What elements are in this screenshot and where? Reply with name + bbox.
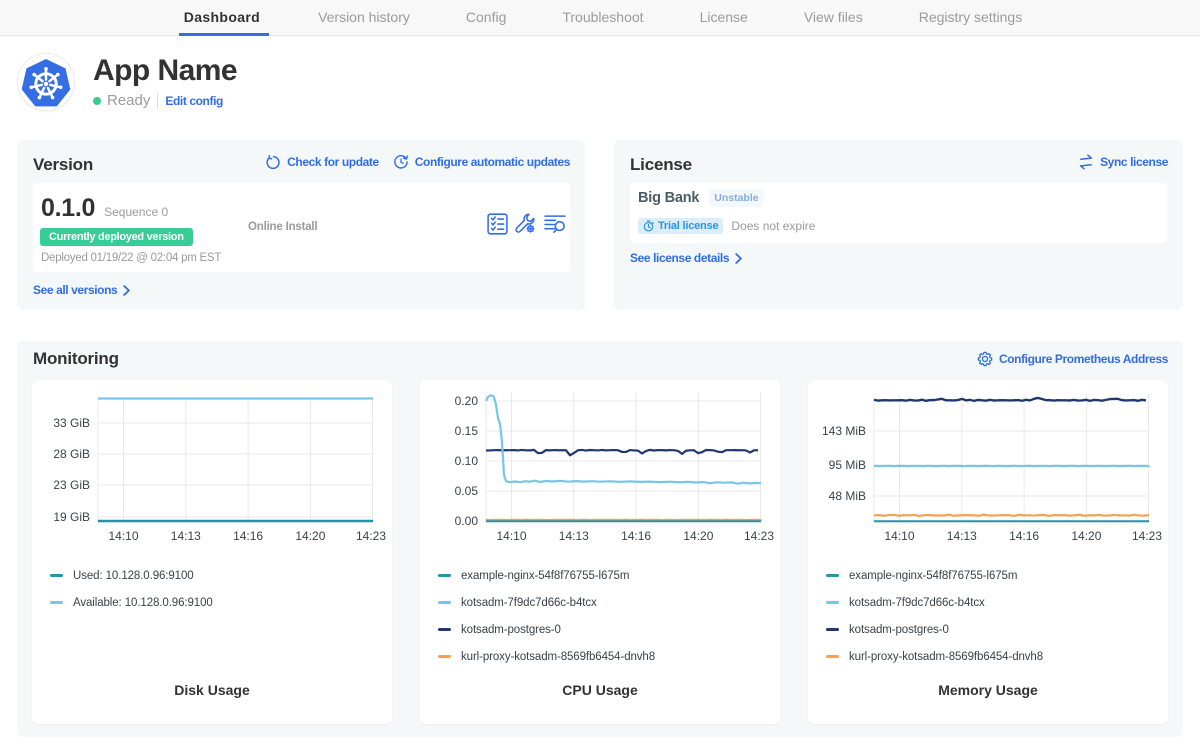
svg-text:14:16: 14:16 [1009, 529, 1039, 543]
svg-text:0.20: 0.20 [455, 394, 479, 408]
svg-text:14:20: 14:20 [683, 529, 713, 543]
svg-text:14:16: 14:16 [621, 529, 651, 543]
svg-text:14:10: 14:10 [884, 529, 914, 543]
svg-text:14:10: 14:10 [496, 529, 526, 543]
svg-text:14:23: 14:23 [1132, 529, 1162, 543]
svg-text:14:20: 14:20 [295, 529, 325, 543]
svg-text:14:23: 14:23 [356, 529, 386, 543]
svg-text:14:13: 14:13 [947, 529, 977, 543]
svg-text:14:20: 14:20 [1071, 529, 1101, 543]
svg-text:48 MiB: 48 MiB [829, 489, 866, 503]
svg-text:28 GiB: 28 GiB [53, 447, 90, 461]
svg-text:14:10: 14:10 [108, 529, 138, 543]
svg-text:14:16: 14:16 [233, 529, 263, 543]
svg-text:0.00: 0.00 [455, 514, 479, 528]
svg-text:14:23: 14:23 [744, 529, 774, 543]
svg-text:0.10: 0.10 [455, 454, 479, 468]
svg-text:19 GiB: 19 GiB [53, 510, 90, 524]
svg-text:0.05: 0.05 [455, 484, 479, 498]
svg-text:14:13: 14:13 [171, 529, 201, 543]
svg-text:23 GiB: 23 GiB [53, 478, 90, 492]
svg-text:14:13: 14:13 [559, 529, 589, 543]
svg-text:143 MiB: 143 MiB [822, 424, 866, 438]
svg-text:95 MiB: 95 MiB [829, 458, 866, 472]
svg-text:0.15: 0.15 [455, 424, 479, 438]
svg-text:33 GiB: 33 GiB [53, 416, 90, 430]
